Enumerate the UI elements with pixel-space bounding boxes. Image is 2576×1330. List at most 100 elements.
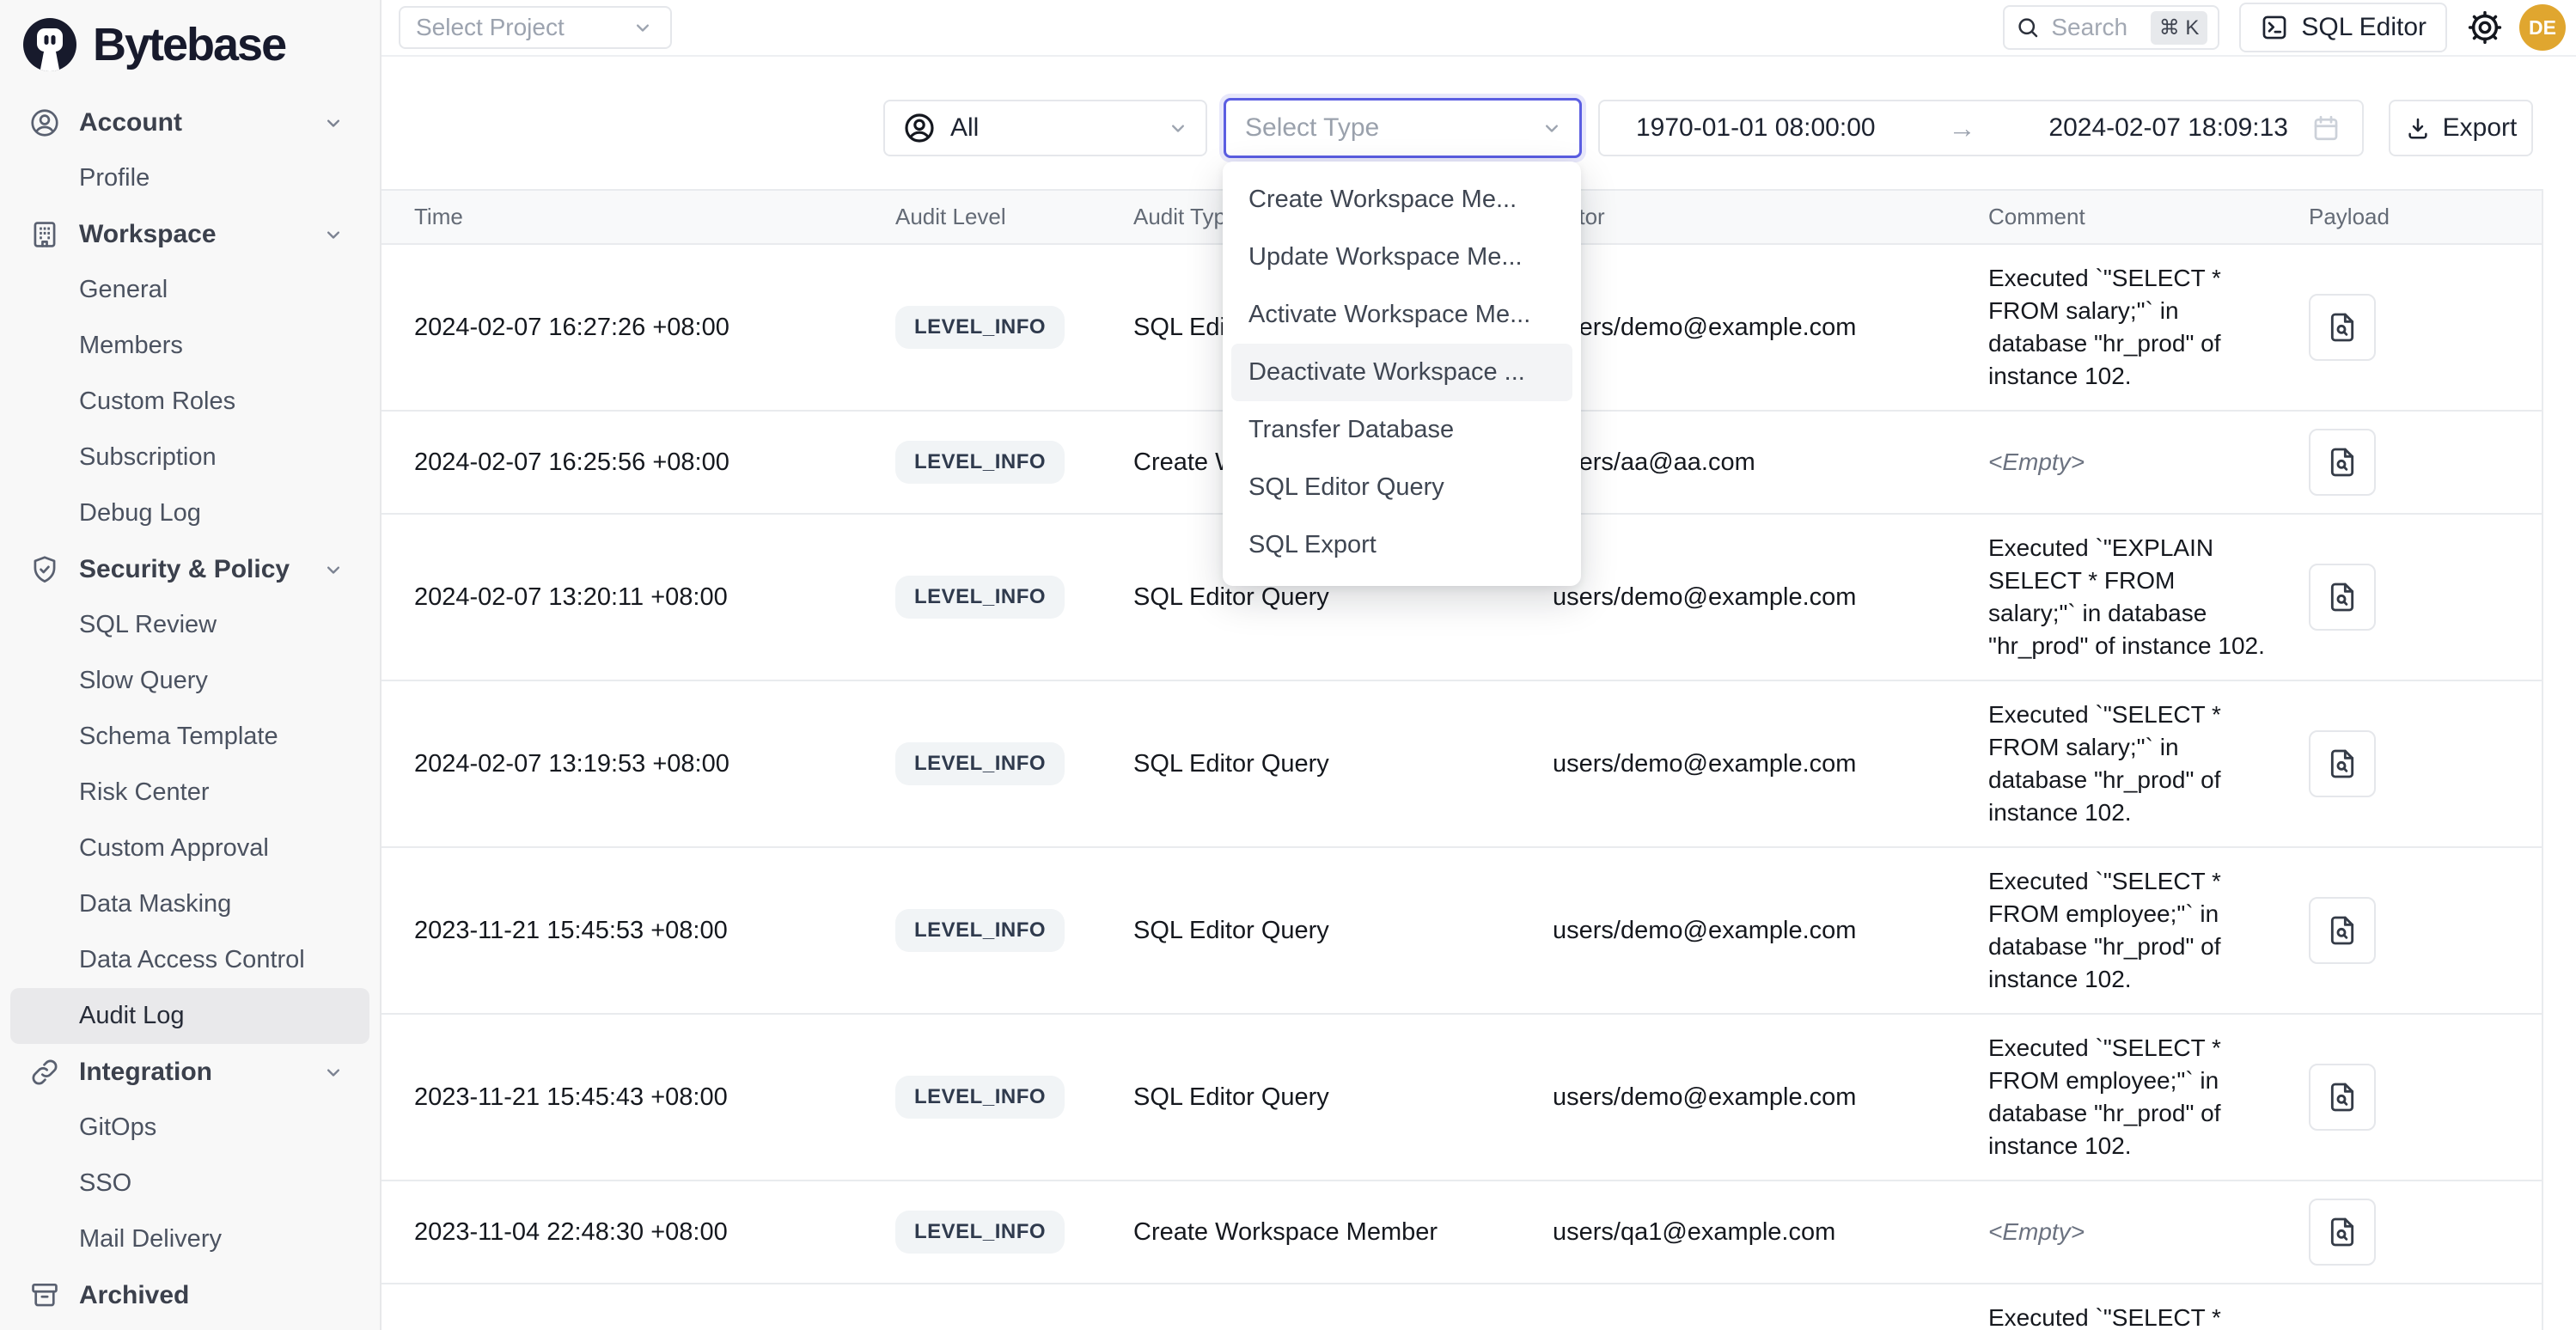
date-range-picker[interactable]: 1970-01-01 08:00:00 → 2024-02-07 18:09:1… xyxy=(1598,100,2364,156)
dropdown-option[interactable]: SQL Export xyxy=(1231,516,1572,574)
shield-icon xyxy=(28,553,61,586)
dropdown-option[interactable]: Create Workspace Me... xyxy=(1231,171,1572,229)
file-search-icon xyxy=(2325,1215,2359,1249)
audit-type: SQL Editor Query xyxy=(1101,1066,1520,1129)
file-search-icon xyxy=(2325,580,2359,614)
audit-type: SQL Editor Query xyxy=(1101,733,1520,796)
sidebar-item-workspace[interactable]: Workspace xyxy=(10,206,369,262)
dropdown-option[interactable]: Deactivate Workspace ... xyxy=(1231,344,1572,401)
audit-actor: users/demo@example.com xyxy=(1520,296,1956,359)
sidebar-item-archived[interactable]: Archived xyxy=(10,1267,369,1323)
sidebar-item-custom-approval[interactable]: Custom Approval xyxy=(10,821,369,876)
sidebar-item-integration[interactable]: Integration xyxy=(10,1044,369,1100)
payload-cell xyxy=(2276,1316,2542,1330)
dropdown-option[interactable]: Transfer Database xyxy=(1231,401,1572,459)
audit-time: 2024-02-07 16:25:56 +08:00 xyxy=(382,431,863,494)
payload-view-button[interactable] xyxy=(2309,1064,2376,1131)
sidebar-item-sql-review[interactable]: SQL Review xyxy=(10,597,369,653)
audit-level-cell: LEVEL_INFO xyxy=(863,1193,1101,1271)
audit-level-cell: LEVEL_INFO xyxy=(863,725,1101,802)
payload-cell xyxy=(2276,277,2542,378)
table-row: 2023-11-21 15:45:53 +08:00 LEVEL_INFO SQ… xyxy=(382,848,2542,1015)
audit-time: 2024-02-07 13:19:53 +08:00 xyxy=(382,733,863,796)
user-circle-icon xyxy=(902,111,937,145)
audit-time: 2023-11-04 22:48:30 +08:00 xyxy=(382,1201,863,1264)
sidebar-item-members[interactable]: Members xyxy=(10,318,369,374)
file-search-icon xyxy=(2325,747,2359,781)
sidebar-item-audit-log[interactable]: Audit Log xyxy=(10,988,369,1044)
actor-filter-select[interactable]: All xyxy=(883,100,1207,156)
payload-view-button[interactable] xyxy=(2309,730,2376,797)
status-badge: LEVEL_INFO xyxy=(895,576,1065,619)
payload-cell xyxy=(2276,412,2542,513)
payload-view-button[interactable] xyxy=(2309,564,2376,631)
payload-cell xyxy=(2276,880,2542,981)
search-icon xyxy=(2015,15,2041,40)
export-button[interactable]: Export xyxy=(2389,100,2533,156)
search-shortcut-badge: ⌘ K xyxy=(2151,11,2208,45)
sidebar-item-gitops[interactable]: GitOps xyxy=(10,1100,369,1156)
sidebar-item-slow-query[interactable]: Slow Query xyxy=(10,653,369,709)
sidebar-item-account[interactable]: Account xyxy=(10,95,369,150)
dropdown-option[interactable]: Update Workspace Me... xyxy=(1231,229,1572,286)
audit-type-select[interactable]: Select Type xyxy=(1224,98,1582,158)
sidebar-item-profile[interactable]: Profile xyxy=(10,150,369,206)
payload-cell xyxy=(2276,713,2542,814)
sidebar-item-data-masking[interactable]: Data Masking xyxy=(10,876,369,932)
column-header-payload: Payload xyxy=(2276,204,2542,230)
payload-cell xyxy=(2276,1046,2542,1148)
status-badge: LEVEL_INFO xyxy=(895,1076,1065,1119)
chevron-down-icon xyxy=(631,15,655,40)
search-input[interactable]: Search ⌘ K xyxy=(2003,5,2219,50)
audit-comment: Executed `"SELECT * FROM employee;"` in … xyxy=(1956,1015,2276,1180)
sidebar-item-general[interactable]: General xyxy=(10,262,369,318)
payload-view-button[interactable] xyxy=(2309,897,2376,964)
payload-view-button[interactable] xyxy=(2309,429,2376,496)
dropdown-option[interactable]: Activate Workspace Me... xyxy=(1231,286,1572,344)
avatar[interactable]: DE xyxy=(2519,4,2566,51)
terminal-icon xyxy=(2260,13,2289,42)
audit-comment: <Empty> xyxy=(1956,429,2276,496)
sql-editor-label: SQL Editor xyxy=(2301,13,2426,42)
audit-level-cell: LEVEL_INFO xyxy=(863,892,1101,969)
chevron-down-icon xyxy=(321,111,345,135)
chevron-down-icon xyxy=(321,223,345,247)
chevron-down-icon xyxy=(1166,116,1190,140)
bytebase-logo-icon xyxy=(22,17,77,72)
gear-icon[interactable] xyxy=(2466,9,2504,46)
brand-name: Bytebase xyxy=(93,18,285,71)
topbar: Select Project Search ⌘ K SQL Editor xyxy=(382,0,2576,57)
sidebar-item-risk-center[interactable]: Risk Center xyxy=(10,765,369,821)
payload-view-button[interactable] xyxy=(2309,1199,2376,1266)
sidebar-item-security-policy[interactable]: Security & Policy xyxy=(10,541,369,597)
audit-comment: Executed `"SELECT * FROM employee;"` in … xyxy=(1956,848,2276,1013)
sidebar-item-schema-template[interactable]: Schema Template xyxy=(10,709,369,765)
sidebar-item-custom-roles[interactable]: Custom Roles xyxy=(10,374,369,430)
audit-type: Create Workspace Member xyxy=(1101,1201,1520,1264)
sidebar-item-data-access-control[interactable]: Data Access Control xyxy=(10,932,369,988)
audit-comment: Executed `"SELECT * FROM salary;"` in da… xyxy=(1956,681,2276,846)
bytebase-logo[interactable]: Bytebase xyxy=(0,12,380,77)
sidebar-item-debug-log[interactable]: Debug Log xyxy=(10,485,369,541)
table-row: 2023-11-04 22:48:30 +08:00 LEVEL_INFO Cr… xyxy=(382,1181,2542,1284)
payload-view-button[interactable] xyxy=(2309,294,2376,361)
calendar-icon xyxy=(2310,113,2341,143)
sidebar-item-sso[interactable]: SSO xyxy=(10,1156,369,1211)
column-header-time: Time xyxy=(382,204,863,230)
sql-editor-button[interactable]: SQL Editor xyxy=(2239,3,2447,52)
filter-bar: All Select Type 1970-01-01 08:00:00 → 20… xyxy=(382,98,2533,158)
audit-level-cell: LEVEL_INFO xyxy=(863,424,1101,501)
audit-actor: users/demo@example.com xyxy=(1520,900,1956,962)
payload-cell xyxy=(2276,1181,2542,1283)
sidebar-item-mail-delivery[interactable]: Mail Delivery xyxy=(10,1211,369,1267)
audit-actor: users/demo@example.com xyxy=(1520,566,1956,629)
audit-comment: Executed `"EXPLAIN SELECT * FROM salary;… xyxy=(1956,515,2276,680)
column-header-audit-level: Audit Level xyxy=(863,204,1101,230)
sidebar-item-subscription[interactable]: Subscription xyxy=(10,430,369,485)
topbar-right: Search ⌘ K SQL Editor DE xyxy=(2003,3,2566,52)
dropdown-option[interactable]: SQL Editor Query xyxy=(1231,459,1572,516)
link-icon xyxy=(28,1056,61,1089)
select-project-dropdown[interactable]: Select Project xyxy=(399,6,672,49)
audit-type: SQL Editor Query xyxy=(1101,900,1520,962)
audit-time: 2023-11-21 15:45:43 +08:00 xyxy=(382,1066,863,1129)
